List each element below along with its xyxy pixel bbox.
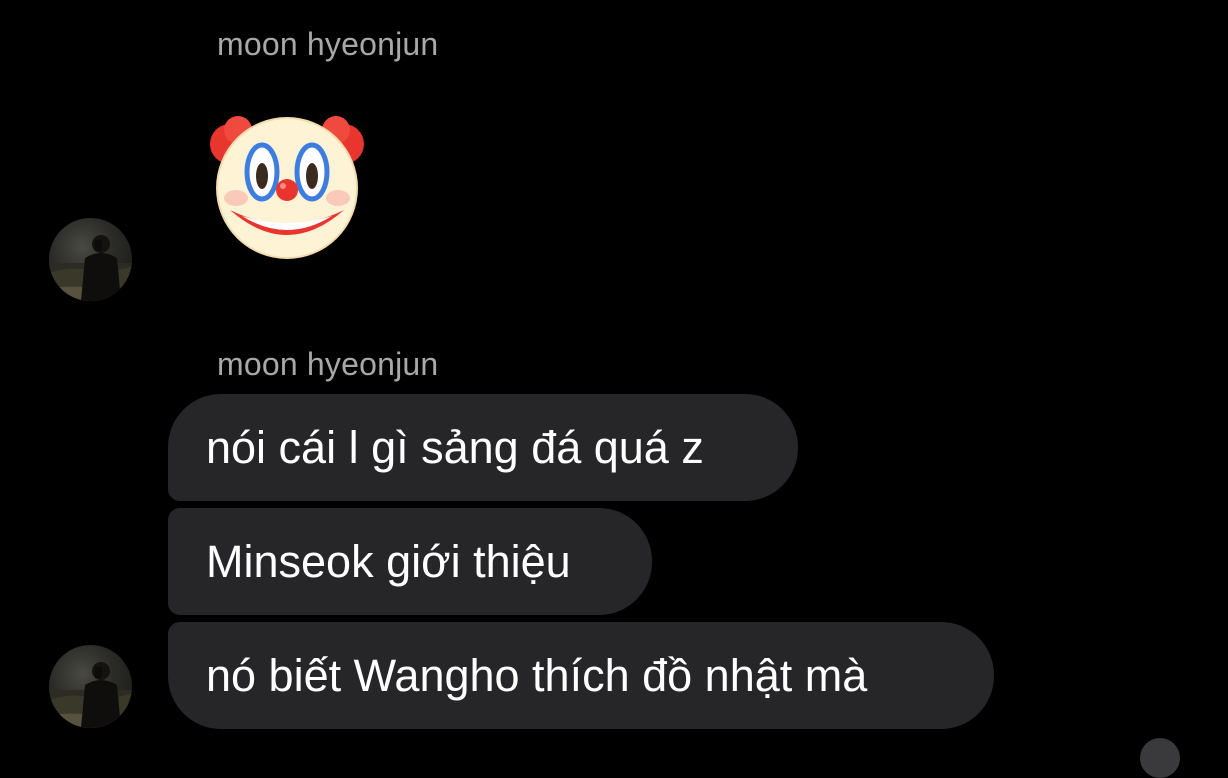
sender-name: moon hyeonjun [217, 346, 439, 382]
avatar[interactable] [49, 218, 132, 301]
scroll-to-bottom-button[interactable] [1140, 738, 1180, 778]
message-bubble[interactable]: nói cái l gì sảng đá quá z [168, 394, 798, 501]
avatar[interactable] [49, 645, 132, 728]
clown-face-emoji[interactable] [208, 110, 366, 260]
message-bubble[interactable]: nó biết Wangho thích đồ nhật mà [168, 622, 994, 729]
message-bubble[interactable]: Minseok giới thiệu [168, 508, 652, 615]
sender-name: moon hyeonjun [217, 26, 439, 62]
